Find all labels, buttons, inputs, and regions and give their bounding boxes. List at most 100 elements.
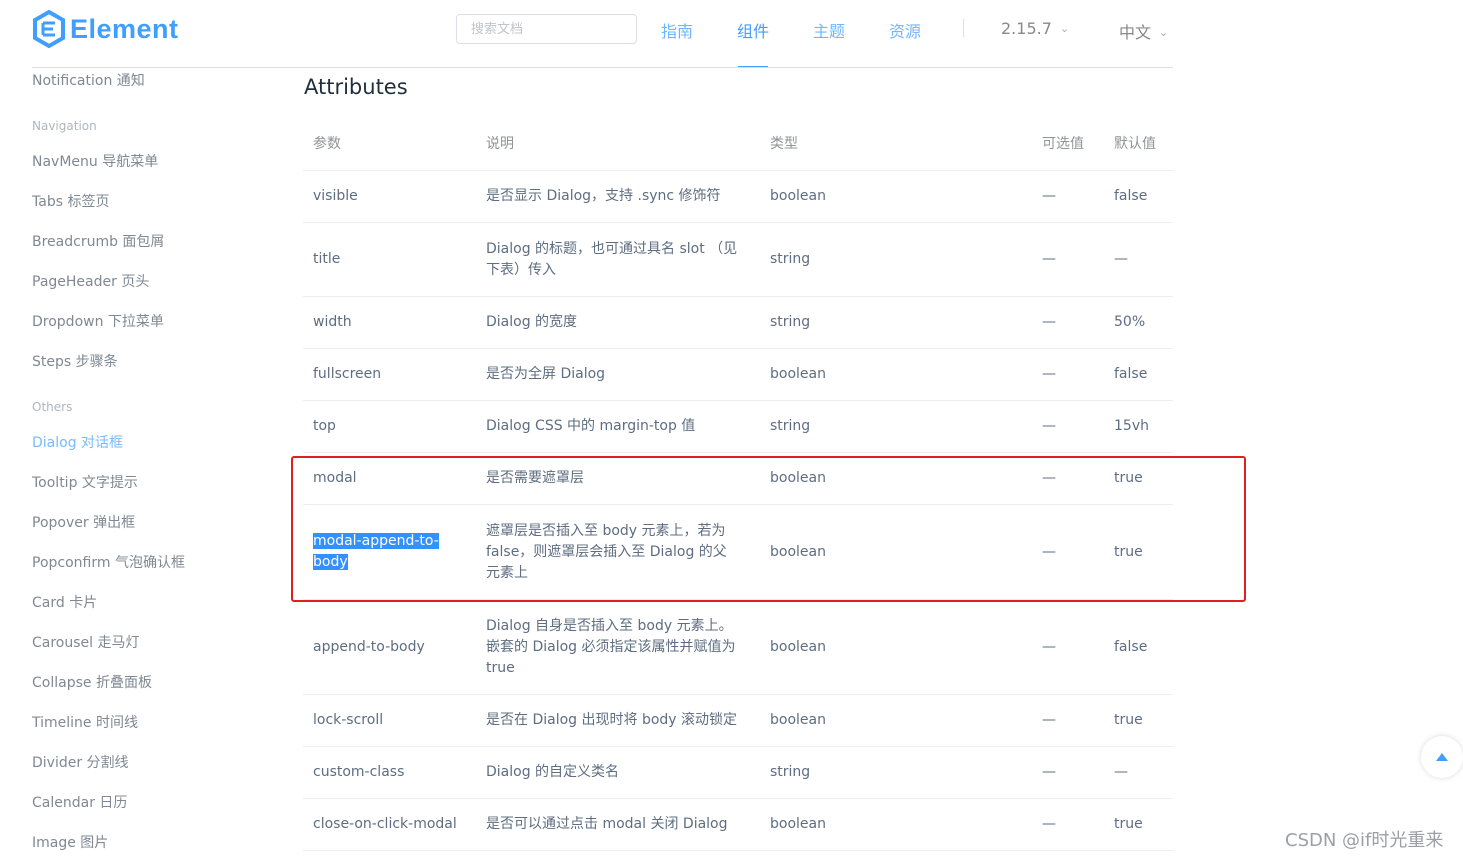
column-header: 默认值: [1114, 135, 1156, 152]
param-type: boolean: [770, 816, 826, 832]
sidebar-group-navigation: Navigation: [32, 119, 97, 133]
column-header: 参数: [313, 135, 341, 152]
param-name: visible: [313, 188, 358, 204]
sidebar-item-breadcrumb[interactable]: Breadcrumb 面包屑: [32, 231, 164, 251]
param-default: 50%: [1114, 314, 1146, 330]
param-default: —: [1114, 251, 1128, 267]
table-header-row: 参数 说明 类型 可选值 默认值: [303, 118, 1173, 171]
param-options: —: [1042, 712, 1056, 728]
language-label: 中文: [1119, 23, 1152, 42]
table-row: visible 是否显示 Dialog，支持 .sync 修饰符 boolean…: [303, 171, 1173, 223]
param-default: —: [1114, 764, 1128, 780]
param-type: boolean: [770, 366, 826, 382]
param-options: —: [1042, 816, 1056, 832]
param-name: width: [313, 314, 352, 330]
sidebar-group-others: Others: [32, 400, 73, 414]
sidebar-item-dialog[interactable]: Dialog 对话框: [32, 432, 123, 452]
nav-component[interactable]: 组件: [737, 18, 769, 42]
watermark: CSDN @if时光重来: [1285, 830, 1444, 851]
param-name: fullscreen: [313, 366, 382, 382]
sidebar-item-card[interactable]: Card 卡片: [32, 592, 97, 612]
version-dropdown[interactable]: 2.15.7 ⌄: [1001, 19, 1069, 38]
table-row: width Dialog 的宽度 string — 50%: [303, 297, 1173, 349]
table-row: top Dialog CSS 中的 margin-top 值 string — …: [303, 401, 1173, 453]
param-name: custom-class: [313, 764, 405, 780]
param-name: title: [313, 251, 341, 267]
column-header: 类型: [770, 135, 798, 152]
nav-resource[interactable]: 资源: [889, 18, 921, 42]
sidebar-item-image[interactable]: Image 图片: [32, 832, 108, 852]
chevron-down-icon: ⌄: [1059, 22, 1070, 35]
column-header: 说明: [486, 135, 514, 152]
param-default: false: [1114, 188, 1148, 204]
element-logo[interactable]: Element: [32, 9, 179, 49]
param-options: —: [1042, 418, 1056, 434]
param-default: 15vh: [1114, 418, 1149, 434]
logo-text: Element: [70, 13, 179, 44]
param-options: —: [1042, 251, 1056, 267]
sidebar-item-popconfirm[interactable]: Popconfirm 气泡确认框: [32, 552, 185, 572]
param-options: —: [1042, 188, 1056, 204]
back-to-top-button[interactable]: [1421, 736, 1463, 778]
sidebar: Notification 通知 Navigation NavMenu 导航菜单 …: [0, 68, 280, 857]
search-input[interactable]: [456, 14, 637, 44]
param-type: string: [770, 764, 811, 780]
param-type: string: [770, 314, 811, 330]
param-name: lock-scroll: [313, 712, 384, 728]
sidebar-item-steps[interactable]: Steps 步骤条: [32, 351, 118, 371]
nav-divider: [963, 19, 964, 37]
param-description: Dialog 的自定义类名: [486, 764, 620, 780]
table-row: lock-scroll 是否在 Dialog 出现时将 body 滚动锁定 bo…: [303, 695, 1173, 747]
sidebar-item-navmenu[interactable]: NavMenu 导航菜单: [32, 151, 158, 171]
param-type: boolean: [770, 638, 826, 655]
param-options: —: [1042, 366, 1056, 382]
sidebar-item-collapse[interactable]: Collapse 折叠面板: [32, 672, 152, 692]
language-dropdown[interactable]: 中文 ⌄: [1119, 19, 1168, 43]
table-row: fullscreen 是否为全屏 Dialog boolean — false: [303, 349, 1173, 401]
sidebar-item-tooltip[interactable]: Tooltip 文字提示: [32, 472, 138, 492]
param-description: 是否显示 Dialog，支持 .sync 修饰符: [486, 188, 721, 204]
nav-theme[interactable]: 主题: [813, 18, 845, 42]
param-options: —: [1042, 764, 1056, 780]
sidebar-item-tabs[interactable]: Tabs 标签页: [32, 191, 109, 211]
param-description: 是否为全屏 Dialog: [486, 366, 606, 382]
table-row: append-to-body Dialog 自身是否插入至 body 元素上。嵌…: [303, 600, 1173, 695]
nav-guide[interactable]: 指南: [661, 18, 693, 42]
param-default: true: [1114, 816, 1143, 832]
sidebar-item-pageheader[interactable]: PageHeader 页头: [32, 271, 149, 291]
table-row: custom-class Dialog 的自定义类名 string — —: [303, 747, 1173, 799]
sidebar-item-calendar[interactable]: Calendar 日历: [32, 792, 127, 812]
param-type: boolean: [770, 188, 826, 204]
param-name: append-to-body: [313, 638, 425, 655]
param-options: —: [1042, 638, 1056, 655]
param-default: false: [1114, 638, 1148, 655]
sidebar-item-dropdown[interactable]: Dropdown 下拉菜单: [32, 311, 164, 331]
param-description: Dialog 的宽度: [486, 314, 578, 330]
element-logo-icon: [33, 10, 65, 48]
sidebar-item-popover[interactable]: Popover 弹出框: [32, 512, 135, 532]
param-name: close-on-click-modal: [313, 816, 457, 832]
param-default: true: [1114, 712, 1143, 728]
param-name: top: [313, 418, 336, 434]
sidebar-item-timeline[interactable]: Timeline 时间线: [32, 712, 138, 732]
caret-up-icon: [1436, 753, 1448, 761]
sidebar-item-divider[interactable]: Divider 分割线: [32, 752, 129, 772]
param-options: —: [1042, 314, 1056, 330]
annotation-highlight-box: [291, 456, 1246, 602]
param-default: false: [1114, 366, 1148, 382]
chevron-down-icon: ⌄: [1159, 26, 1169, 39]
param-description: Dialog 的标题，也可通过具名 slot （见下表）传入: [486, 240, 738, 278]
param-type: boolean: [770, 712, 826, 728]
sidebar-item-carousel[interactable]: Carousel 走马灯: [32, 632, 140, 652]
param-description: Dialog 自身是否插入至 body 元素上。嵌套的 Dialog 必须指定该…: [486, 617, 736, 676]
param-type: string: [770, 418, 811, 434]
page-title: Attributes: [304, 75, 408, 99]
version-label: 2.15.7: [1001, 19, 1052, 38]
param-type: string: [770, 251, 811, 267]
table-row: close-on-click-modal 是否可以通过点击 modal 关闭 D…: [303, 799, 1173, 851]
column-header: 可选值: [1042, 135, 1084, 152]
table-row: title Dialog 的标题，也可通过具名 slot （见下表）传入 str…: [303, 223, 1173, 297]
sidebar-item-notification[interactable]: Notification 通知: [32, 70, 145, 90]
top-header: Element 指南 组件 主题 资源 2.15.7 ⌄ 中文 ⌄: [0, 0, 1463, 68]
param-description: Dialog CSS 中的 margin-top 值: [486, 418, 696, 434]
